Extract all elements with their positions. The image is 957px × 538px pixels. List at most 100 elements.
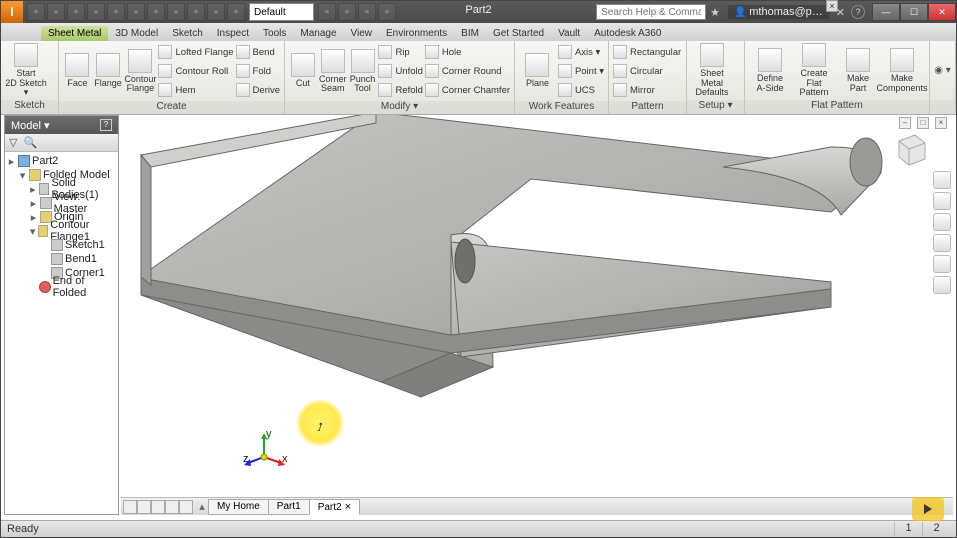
tree-node-bend1[interactable]: Bend1 [7, 252, 116, 266]
tab-view[interactable]: View [344, 26, 380, 41]
tree-twisty-icon[interactable]: ▾ [29, 225, 36, 238]
qat-d-icon[interactable]: ▫ [378, 3, 396, 21]
modify-rip-button[interactable]: Rip [378, 43, 422, 61]
punch-tool-button[interactable]: Punch Tool [349, 44, 377, 99]
doctab-part1[interactable]: Part1 [268, 499, 310, 515]
view-cube[interactable] [889, 127, 931, 169]
doctool-2-icon[interactable] [151, 500, 165, 514]
tree-twisty-icon[interactable]: ▸ [29, 197, 38, 210]
doctab-my-home[interactable]: My Home [208, 499, 269, 515]
nav-orbit-icon[interactable] [933, 192, 951, 210]
tab-environments[interactable]: Environments [379, 26, 454, 41]
qat-sel-icon[interactable]: ▫ [147, 3, 165, 21]
tree-node-end-of-folded[interactable]: End of Folded [7, 280, 116, 294]
tree-node-sketch1[interactable]: Sketch1 [7, 238, 116, 252]
create-hem-button[interactable]: Hem [158, 81, 233, 99]
nav-home-icon[interactable] [933, 171, 951, 189]
viewport-3d[interactable]: –□× [121, 115, 953, 497]
flat-make-components-button[interactable]: Make Components [881, 43, 923, 98]
tree-node-view-master[interactable]: ▸View: Master [7, 196, 116, 210]
qat-redo-icon[interactable]: ▫ [107, 3, 125, 21]
qat-mat-icon[interactable]: ▫ [187, 3, 205, 21]
star-icon[interactable]: ★ [710, 6, 720, 19]
contour-flange-button[interactable]: Contour Flange [124, 44, 156, 99]
face-button[interactable]: Face [63, 44, 92, 99]
close-button[interactable]: ✕ [928, 3, 956, 21]
doctool-1-icon[interactable] [137, 500, 151, 514]
tab-autodesk-a360[interactable]: Autodesk A360 [587, 26, 668, 41]
pattern-circular-button[interactable]: Circular [613, 62, 681, 80]
qat-b-icon[interactable]: ▫ [338, 3, 356, 21]
minimize-button[interactable]: — [872, 3, 900, 21]
pattern-mirror-button[interactable]: Mirror [613, 81, 681, 99]
create-lofted-flange-button[interactable]: Lofted Flange [158, 43, 233, 61]
browser-header[interactable]: Model ▾ [11, 119, 50, 132]
visual-style-combo[interactable]: Default [249, 3, 314, 21]
filter-icon[interactable]: ▽ [9, 136, 17, 149]
ribbon-expand-icon[interactable]: ◉ ▾ [934, 65, 951, 76]
tree-twisty-icon[interactable]: ▸ [29, 183, 37, 196]
qat-open-icon[interactable]: ▫ [47, 3, 65, 21]
create-fold-button[interactable]: Fold [236, 62, 280, 80]
flat-create-flat-pattern-button[interactable]: Create Flat Pattern [793, 43, 835, 98]
qat-home-icon[interactable]: ▫ [127, 3, 145, 21]
modify-corner-round-button[interactable]: Corner Round [425, 62, 510, 80]
create-bend-button[interactable]: Bend [236, 43, 280, 61]
doctab-close-icon[interactable]: × [342, 501, 351, 513]
tab-get-started[interactable]: Get Started [486, 26, 551, 41]
tab-tools[interactable]: Tools [256, 26, 293, 41]
qat-save-icon[interactable]: ▫ [67, 3, 85, 21]
flat-make-part-button[interactable]: Make Part [837, 43, 879, 98]
tree-twisty-icon[interactable]: ▸ [7, 155, 16, 168]
work-ucs-button[interactable]: UCS [558, 81, 604, 99]
app-menu-button[interactable]: I [1, 1, 23, 23]
maximize-button[interactable]: ☐ [900, 3, 928, 21]
pattern-rectangular-button[interactable]: Rectangular [613, 43, 681, 61]
tab-3d-model[interactable]: 3D Model [108, 26, 165, 41]
user-account-button[interactable]: 👤 mthomas@p… [728, 5, 829, 19]
qat-fx-icon[interactable]: ▫ [358, 3, 376, 21]
tab-scroll-icon[interactable]: ▴ [195, 500, 209, 513]
qat-appr-icon[interactable]: ▫ [167, 3, 185, 21]
modify-unfold-button[interactable]: Unfold [378, 62, 422, 80]
doctool-3-icon[interactable] [165, 500, 179, 514]
tree-twisty-icon[interactable]: ▸ [29, 211, 38, 224]
tab-sheet-metal[interactable]: Sheet Metal [41, 26, 108, 41]
modify-corner-chamfer-button[interactable]: Corner Chamfer [425, 81, 510, 99]
create-derive-button[interactable]: Derive [236, 81, 280, 99]
nav-zoom-icon[interactable] [933, 234, 951, 252]
nav-more-icon[interactable] [933, 276, 951, 294]
browser-close-icon[interactable]: × [826, 0, 838, 12]
tab-manage[interactable]: Manage [293, 26, 343, 41]
modify-hole-button[interactable]: Hole [425, 43, 510, 61]
nav-lookat-icon[interactable] [933, 255, 951, 273]
sheet-metal-defaults-button[interactable]: Sheet Metal Defaults [691, 43, 733, 98]
tree-node-contour-flange1[interactable]: ▾Contour Flange1 [7, 224, 116, 238]
tab-sketch[interactable]: Sketch [165, 26, 210, 41]
qat-undo-icon[interactable]: ▫ [87, 3, 105, 21]
browser-help-icon[interactable]: ? [100, 119, 112, 131]
work-point--button[interactable]: Point ▾ [558, 62, 604, 80]
qat-color2-icon[interactable]: ▫ [227, 3, 245, 21]
doctool-4-icon[interactable] [179, 500, 193, 514]
cut-button[interactable]: Cut [289, 44, 317, 99]
corner-seam-button[interactable]: Corner Seam [319, 44, 347, 99]
create-contour-roll-button[interactable]: Contour Roll [158, 62, 233, 80]
nav-pan-icon[interactable] [933, 213, 951, 231]
doctab-part2[interactable]: Part2 × [309, 499, 360, 515]
modify-refold-button[interactable]: Refold [378, 81, 422, 99]
help-search-input[interactable] [596, 4, 706, 20]
work-axis--button[interactable]: Axis ▾ [558, 43, 604, 61]
qat-new-icon[interactable]: ▫ [27, 3, 45, 21]
flat-define-a-side-button[interactable]: Define A-Side [749, 43, 791, 98]
help-icon[interactable]: ? [851, 5, 865, 19]
qat-color1-icon[interactable]: ▫ [207, 3, 225, 21]
qat-a-icon[interactable]: ▫ [318, 3, 336, 21]
tab-vault[interactable]: Vault [551, 26, 587, 41]
plane-button[interactable]: Plane [519, 44, 556, 99]
flange-button[interactable]: Flange [94, 44, 123, 99]
find-icon[interactable]: 🔍 [23, 136, 37, 149]
doctool-0-icon[interactable] [123, 500, 137, 514]
tab-inspect[interactable]: Inspect [210, 26, 256, 41]
tab-bim[interactable]: BIM [454, 26, 486, 41]
